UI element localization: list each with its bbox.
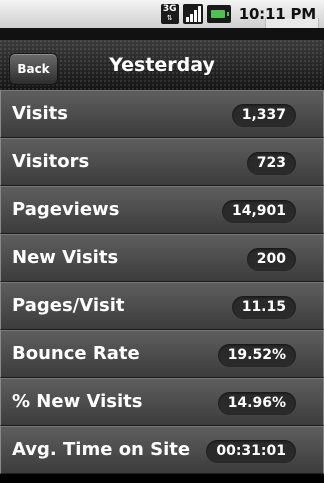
data-arrows-glyph: ⇅ [166, 14, 173, 22]
network-3g-icon: 3G ⇅ [160, 4, 179, 24]
metric-value-badge: 00:31:01 [206, 440, 296, 463]
metric-value-badge: 200 [246, 248, 296, 271]
metric-row-pageviews[interactable]: Pageviews 14,901 [0, 186, 324, 234]
metric-label: Visits [12, 103, 68, 124]
battery-icon [206, 5, 231, 23]
status-bar: 3G ⇅ 10:11 PM [0, 0, 324, 31]
metric-label: Visitors [12, 151, 90, 172]
metric-label: Pages/Visit [12, 295, 125, 316]
metric-value-badge: 14.96% [217, 392, 296, 415]
metric-row-visitors[interactable]: Visitors 723 [0, 138, 324, 186]
metric-row-visits[interactable]: Visits 1,337 [0, 90, 324, 138]
metric-row-pages-per-visit[interactable]: Pages/Visit 11.15 [0, 282, 324, 330]
metric-label: New Visits [12, 247, 119, 268]
metric-label: Pageviews [12, 199, 120, 220]
metric-value-badge: 1,337 [231, 104, 296, 127]
header-strip [0, 28, 324, 40]
metric-value-badge: 11.15 [231, 296, 296, 319]
metric-label: % New Visits [12, 391, 143, 412]
page-title: Yesterday [109, 54, 215, 76]
metric-row-avg-time-on-site[interactable]: Avg. Time on Site 00:31:01 [0, 426, 324, 474]
metric-label: Bounce Rate [12, 343, 140, 364]
metrics-list: Visits 1,337 Visitors 723 Pageviews 14,9… [0, 90, 324, 474]
metric-row-bounce-rate[interactable]: Bounce Rate 19.52% [0, 330, 324, 378]
nav-bar: Back Yesterday [0, 40, 324, 91]
network-type-label: 3G [162, 4, 177, 14]
status-time: 10:11 PM [238, 5, 316, 23]
signal-strength-icon [182, 4, 203, 24]
metric-label: Avg. Time on Site [12, 439, 191, 460]
status-icons: 3G ⇅ 10:11 PM [160, 3, 316, 25]
metric-row-new-visits[interactable]: New Visits 200 [0, 234, 324, 282]
metric-value-badge: 723 [246, 152, 296, 175]
metric-row-percent-new-visits[interactable]: % New Visits 14.96% [0, 378, 324, 426]
metric-value-badge: 14,901 [221, 200, 296, 223]
metric-value-badge: 19.52% [217, 344, 296, 367]
